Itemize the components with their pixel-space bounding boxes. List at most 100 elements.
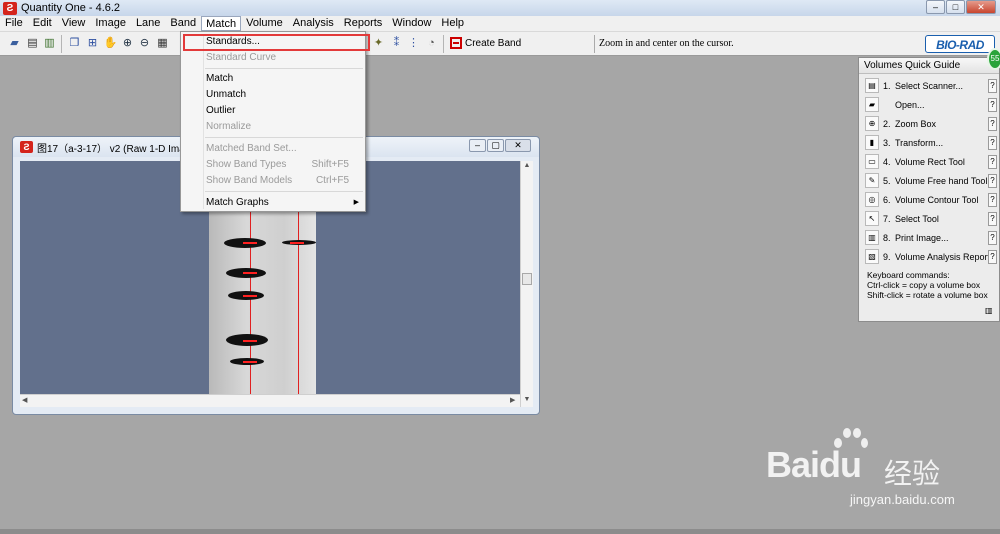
close-icon[interactable]: ✕: [966, 0, 996, 14]
grab-hand-icon[interactable]: ✋: [103, 36, 118, 51]
guide-item-number: 1.: [883, 81, 891, 91]
help-icon[interactable]: ?: [988, 117, 997, 131]
help-icon[interactable]: ?: [988, 98, 997, 112]
menu-item-standard-curve: Standard Curve: [206, 50, 361, 65]
zoom-out-icon[interactable]: ⊖: [137, 36, 152, 51]
band-marker[interactable]: [243, 272, 257, 274]
menu-help[interactable]: Help: [436, 16, 469, 31]
menu-band[interactable]: Band: [165, 16, 201, 31]
guide-item-label: Volume Analysis Report...: [895, 252, 998, 262]
help-icon[interactable]: ?: [988, 212, 997, 226]
guide-item-label: Open...: [895, 100, 925, 110]
status-text: Zoom in and center on the cursor.: [594, 35, 920, 53]
guide-item-volume-contour-tool[interactable]: ◎ 6. Volume Contour Tool ?: [865, 192, 997, 208]
guide-item-select-scanner[interactable]: ▤ 1. Select Scanner... ?: [865, 78, 997, 94]
minimize-icon[interactable]: –: [926, 0, 945, 14]
help-icon[interactable]: ?: [988, 79, 997, 93]
gel-icon[interactable]: ▦: [155, 36, 170, 51]
menu-item-show-band-types: Show Band Types Shift+F5: [206, 157, 361, 172]
scroll-down-icon[interactable]: ▼: [521, 396, 533, 403]
band-marker[interactable]: [243, 361, 257, 363]
window-icon[interactable]: ❐: [67, 36, 82, 51]
image-window-controls: – ▢ ✕: [468, 139, 531, 152]
help-icon[interactable]: ?: [988, 155, 997, 169]
help-icon[interactable]: ?: [988, 231, 997, 245]
help-icon[interactable]: ?: [988, 136, 997, 150]
menu-item-unmatch[interactable]: Unmatch: [206, 87, 361, 102]
menu-reports[interactable]: Reports: [339, 16, 388, 31]
menu-image[interactable]: Image: [90, 16, 131, 31]
create-band-button[interactable]: Create Band: [450, 37, 521, 49]
guide-item-print-image[interactable]: ▥ 8. Print Image... ?: [865, 230, 997, 246]
restore-icon[interactable]: ▢: [487, 139, 504, 152]
report-icon: ▧: [865, 249, 879, 264]
menu-lane[interactable]: Lane: [131, 16, 165, 31]
app-logo-icon: Ƨ: [3, 1, 17, 15]
menu-item-shortcut: Shift+F5: [311, 159, 349, 170]
menu-item-match[interactable]: Match: [206, 71, 361, 86]
notification-badge[interactable]: 55: [987, 48, 1000, 70]
zoom-box-icon[interactable]: ⊞: [85, 36, 100, 51]
band-attr-icon[interactable]: ✦: [371, 36, 386, 51]
guide-item-label: Volume Contour Tool: [895, 195, 979, 205]
zoom-in-icon[interactable]: ⊕: [120, 36, 135, 51]
scroll-left-icon[interactable]: ◀: [22, 396, 27, 404]
guide-item-volume-rect-tool[interactable]: ▭ 4. Volume Rect Tool ?: [865, 154, 997, 170]
guide-item-zoom-box[interactable]: ⊕ 2. Zoom Box ?: [865, 116, 997, 132]
menu-view[interactable]: View: [57, 16, 91, 31]
guide-item-number: 8.: [883, 233, 891, 243]
help-icon[interactable]: ?: [988, 193, 997, 207]
menu-match[interactable]: Match: [201, 16, 242, 31]
menu-item-label: Unmatch: [206, 89, 247, 100]
keyboard-commands: Keyboard commands: Ctrl-click = copy a v…: [867, 270, 988, 300]
menu-separator: [205, 137, 363, 138]
horizontal-scrollbar[interactable]: ◀ ▶: [20, 394, 520, 407]
menu-item-match-graphs[interactable]: Match Graphs ▶: [206, 195, 361, 210]
minimize-icon[interactable]: –: [469, 139, 486, 152]
toolbar: ▰ ▤ ▥ ❐ ⊞ ✋ ⊕ ⊖ ▦ ✦ ⁑ ⋮ ◔ Create Band Zo…: [0, 32, 1000, 56]
band-marker[interactable]: [243, 340, 257, 342]
lane-tool-icon[interactable]: ⋮: [406, 36, 421, 51]
menu-item-outlier[interactable]: Outlier: [206, 103, 361, 118]
scanner-icon[interactable]: ▤: [25, 36, 40, 51]
watermark-brand: Baidu: [766, 444, 862, 485]
guide-item-label: Zoom Box: [895, 119, 937, 129]
scroll-thumb[interactable]: [522, 273, 532, 285]
help-icon[interactable]: ?: [988, 250, 997, 264]
menu-edit[interactable]: Edit: [28, 16, 57, 31]
guide-item-open[interactable]: ▰ Open... ?: [865, 97, 997, 113]
open-folder-icon[interactable]: ▰: [7, 36, 22, 51]
baidu-watermark: Baidu 经验 jingyan.baidu.com: [766, 428, 998, 520]
scroll-right-icon[interactable]: ▶: [510, 396, 515, 404]
printer-icon[interactable]: ▥: [42, 36, 57, 51]
maximize-icon[interactable]: □: [946, 0, 965, 14]
annotation-highlight-box: [183, 34, 370, 51]
arrow-icon: ↖: [865, 211, 879, 226]
band-marker[interactable]: [243, 242, 257, 244]
menu-item-normalize: Normalize: [206, 119, 361, 134]
bottom-strip: [0, 529, 1000, 534]
printer-icon: ▥: [865, 230, 879, 245]
resize-grip-icon[interactable]: ▥: [985, 306, 995, 316]
menu-volume[interactable]: Volume: [241, 16, 288, 31]
guide-item-number: 6.: [883, 195, 891, 205]
contour-icon[interactable]: ◔: [424, 36, 439, 51]
quick-guide-panel: Volumes Quick Guide ▤ 1. Select Scanner.…: [858, 57, 1000, 322]
help-icon[interactable]: ?: [988, 174, 997, 188]
guide-item-volume-freehand-tool[interactable]: ✎ 5. Volume Free hand Tool ?: [865, 173, 997, 189]
submenu-arrow-icon: ▶: [353, 199, 359, 206]
match-icon[interactable]: ⁑: [389, 36, 404, 51]
menu-file[interactable]: File: [0, 16, 28, 31]
menu-analysis[interactable]: Analysis: [288, 16, 339, 31]
guide-item-transform[interactable]: ▮ 3. Transform... ?: [865, 135, 997, 151]
guide-item-volume-analysis-report[interactable]: ▧ 9. Volume Analysis Report... ?: [865, 249, 998, 265]
menu-item-shortcut: Ctrl+F5: [315, 175, 349, 186]
scroll-up-icon[interactable]: ▲: [521, 162, 533, 169]
menu-window[interactable]: Window: [387, 16, 436, 31]
band-marker[interactable]: [290, 242, 304, 244]
vertical-scrollbar[interactable]: ▲ ▼: [520, 161, 533, 407]
close-icon[interactable]: ✕: [505, 139, 531, 152]
watermark-url: jingyan.baidu.com: [850, 492, 955, 507]
guide-item-select-tool[interactable]: ↖ 7. Select Tool ?: [865, 211, 997, 227]
band-marker[interactable]: [243, 295, 257, 297]
